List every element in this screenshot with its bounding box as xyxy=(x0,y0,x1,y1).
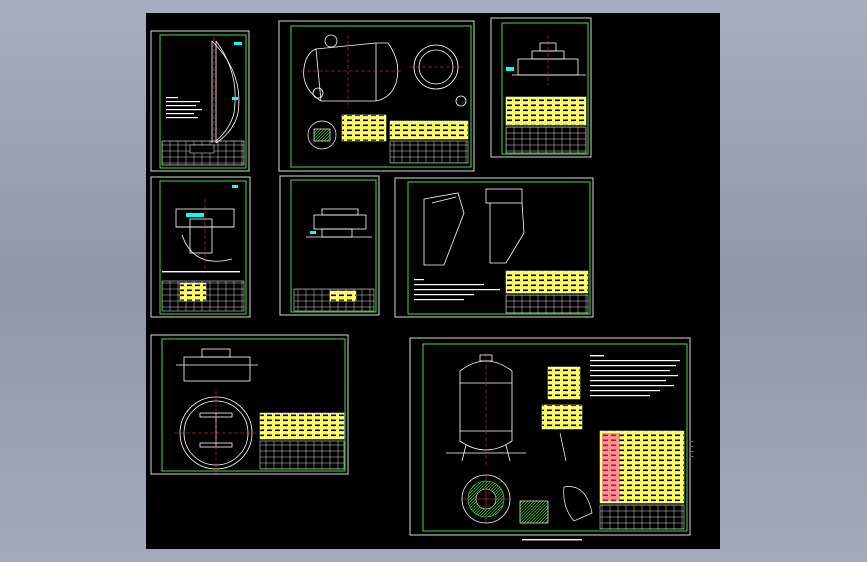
side-note-line: … xyxy=(691,453,694,458)
cover-drawing xyxy=(176,348,258,470)
part-list-tables xyxy=(341,114,469,164)
base-ring xyxy=(461,474,511,524)
sheet-5[interactable] xyxy=(279,175,380,316)
dimension-marks xyxy=(232,42,242,100)
sheet-7[interactable] xyxy=(150,334,349,475)
sheet-3[interactable] xyxy=(490,17,592,158)
head-profile xyxy=(211,40,240,144)
part-list-tables xyxy=(505,270,589,314)
drawing-canvas[interactable]: … … … … xyxy=(146,13,720,549)
note-lines xyxy=(414,279,500,301)
technical-notes xyxy=(166,97,202,119)
title-block xyxy=(161,140,245,166)
sheet-8[interactable] xyxy=(409,337,691,541)
nozzle-detail-circle xyxy=(307,120,337,150)
sheet-6[interactable] xyxy=(394,177,594,318)
part-list-tables xyxy=(505,96,587,154)
drawing-caption-line xyxy=(522,539,582,541)
dimension-mark xyxy=(310,231,316,234)
leg-drawings xyxy=(423,188,525,266)
title-block xyxy=(161,280,245,312)
dimension-marks xyxy=(186,185,238,217)
drawing-svg xyxy=(150,17,691,541)
part-list-tables xyxy=(259,412,345,470)
dimension-mark xyxy=(506,67,514,71)
flange-drawing xyxy=(512,42,586,76)
sheet-4[interactable] xyxy=(150,176,251,318)
vessel-shell xyxy=(303,34,467,107)
sheet-2[interactable] xyxy=(278,20,475,172)
detail-views xyxy=(519,432,593,524)
centerlines xyxy=(301,35,462,108)
note-line xyxy=(162,271,240,273)
title-block xyxy=(293,288,375,312)
sheet-1[interactable] xyxy=(150,30,250,172)
sheet8-side-note: … … … … xyxy=(691,438,693,458)
notes-block xyxy=(590,355,680,397)
